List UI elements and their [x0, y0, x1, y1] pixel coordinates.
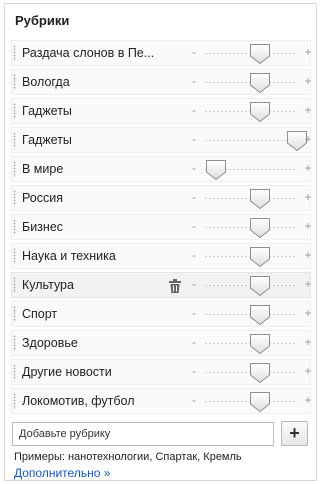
section-row[interactable]: Раздача слонов в Пе... - +	[11, 40, 313, 66]
slider-track[interactable]	[205, 140, 297, 141]
drag-handle-icon[interactable]	[13, 161, 16, 177]
panel-title: Рубрики	[15, 13, 70, 28]
section-label: Локомотив, футбол	[22, 394, 135, 408]
section-label: Россия	[22, 191, 63, 205]
slider-thumb[interactable]	[204, 158, 228, 182]
increase-button[interactable]: +	[303, 103, 313, 117]
section-row[interactable]: Наука и техника - +	[11, 243, 313, 269]
slider-thumb[interactable]	[248, 303, 272, 327]
section-row[interactable]: Гаджеты - +	[11, 127, 313, 153]
section-row[interactable]: Здоровье - +	[11, 330, 313, 356]
slider-thumb[interactable]	[248, 100, 272, 124]
section-label: Гаджеты	[22, 104, 72, 118]
more-link[interactable]: Дополнительно »	[14, 466, 110, 480]
increase-button[interactable]: +	[303, 190, 313, 204]
section-list: Раздача слонов в Пе... - + Вологда - + Гаджеты…	[11, 40, 313, 417]
slider-thumb[interactable]	[248, 71, 272, 95]
trash-icon[interactable]	[169, 279, 181, 293]
increase-button[interactable]: +	[303, 335, 313, 349]
slider-thumb[interactable]	[248, 390, 272, 414]
drag-handle-icon[interactable]	[13, 393, 16, 409]
increase-button[interactable]: +	[303, 306, 313, 320]
slider-thumb[interactable]	[248, 332, 272, 356]
sections-panel: Рубрики Раздача слонов в Пе... - + Вологда -…	[4, 3, 317, 481]
increase-button[interactable]: +	[303, 277, 313, 291]
decrease-button[interactable]: -	[190, 132, 198, 146]
decrease-button[interactable]: -	[190, 306, 198, 320]
slider-thumb[interactable]	[248, 216, 272, 240]
section-row[interactable]: Культура - +	[11, 272, 313, 298]
increase-button[interactable]: +	[303, 45, 313, 59]
section-label: Бизнес	[22, 220, 64, 234]
section-label: Спорт	[22, 307, 58, 321]
section-row[interactable]: Бизнес - +	[11, 214, 313, 240]
drag-handle-icon[interactable]	[13, 74, 16, 90]
section-label: В мире	[22, 162, 64, 176]
increase-button[interactable]: +	[303, 364, 313, 378]
drag-handle-icon[interactable]	[13, 132, 16, 148]
decrease-button[interactable]: -	[190, 277, 198, 291]
increase-button[interactable]: +	[303, 393, 313, 407]
decrease-button[interactable]: -	[190, 219, 198, 233]
decrease-button[interactable]: -	[190, 161, 198, 175]
increase-button[interactable]: +	[303, 161, 313, 175]
examples-text: Примеры: нанотехнологии, Спартак, Кремль	[14, 451, 242, 463]
section-row[interactable]: Спорт - +	[11, 301, 313, 327]
decrease-button[interactable]: -	[190, 103, 198, 117]
add-section-button[interactable]: +	[281, 421, 308, 446]
section-row[interactable]: Локомотив, футбол - +	[11, 388, 313, 414]
slider-thumb[interactable]	[248, 42, 272, 66]
add-section-input[interactable]	[12, 422, 274, 446]
section-row[interactable]: В мире - +	[11, 156, 313, 182]
section-label: Гаджеты	[22, 133, 72, 147]
decrease-button[interactable]: -	[190, 248, 198, 262]
decrease-button[interactable]: -	[190, 45, 198, 59]
drag-handle-icon[interactable]	[13, 364, 16, 380]
section-label: Культура	[22, 278, 74, 292]
drag-handle-icon[interactable]	[13, 190, 16, 206]
section-row[interactable]: Другие новости - +	[11, 359, 313, 385]
section-label: Наука и техника	[22, 249, 116, 263]
decrease-button[interactable]: -	[190, 393, 198, 407]
section-label: Другие новости	[22, 365, 112, 379]
decrease-button[interactable]: -	[190, 364, 198, 378]
slider-thumb[interactable]	[248, 274, 272, 298]
section-row[interactable]: Вологда - +	[11, 69, 313, 95]
section-row[interactable]: Россия - +	[11, 185, 313, 211]
decrease-button[interactable]: -	[190, 74, 198, 88]
decrease-button[interactable]: -	[190, 190, 198, 204]
drag-handle-icon[interactable]	[13, 45, 16, 61]
drag-handle-icon[interactable]	[13, 277, 16, 293]
drag-handle-icon[interactable]	[13, 103, 16, 119]
increase-button[interactable]: +	[303, 132, 313, 146]
drag-handle-icon[interactable]	[13, 248, 16, 264]
section-label: Вологда	[22, 75, 70, 89]
section-label: Здоровье	[22, 336, 78, 350]
increase-button[interactable]: +	[303, 219, 313, 233]
increase-button[interactable]: +	[303, 74, 313, 88]
slider-thumb[interactable]	[248, 361, 272, 385]
increase-button[interactable]: +	[303, 248, 313, 262]
decrease-button[interactable]: -	[190, 335, 198, 349]
slider-thumb[interactable]	[248, 245, 272, 269]
drag-handle-icon[interactable]	[13, 219, 16, 235]
section-row[interactable]: Гаджеты - +	[11, 98, 313, 124]
section-label: Раздача слонов в Пе...	[22, 46, 155, 60]
slider-thumb[interactable]	[248, 187, 272, 211]
drag-handle-icon[interactable]	[13, 335, 16, 351]
drag-handle-icon[interactable]	[13, 306, 16, 322]
